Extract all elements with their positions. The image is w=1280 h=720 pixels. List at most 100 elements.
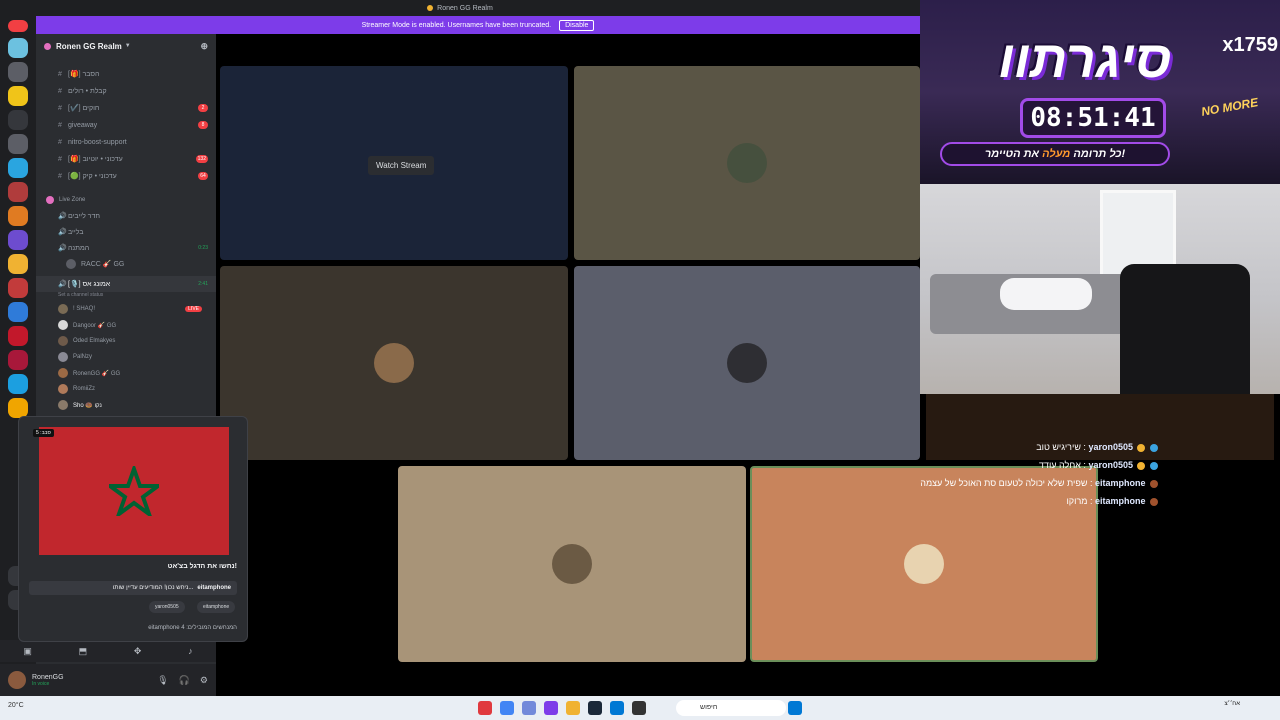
morocco-flag-image	[39, 427, 229, 555]
category-header[interactable]: Live Zone	[36, 192, 216, 208]
stream-tile[interactable]: Watch Stream	[220, 66, 568, 260]
channel-item[interactable]: # giveaway 8	[36, 117, 216, 133]
category-icon	[46, 196, 54, 204]
avatar	[58, 384, 68, 394]
server-icon[interactable]	[8, 278, 28, 298]
avatar	[58, 304, 68, 314]
camera-icon[interactable]: ▣	[23, 646, 32, 657]
server-icon[interactable]	[8, 134, 28, 154]
unread-badge: 8	[198, 121, 208, 129]
guild-header[interactable]: Ronen GG Realm ▼ ⊕	[36, 34, 216, 58]
flag-quiz-popup: 5 :סבב נחשו את הדגל בצ'אט! ניחש נכון! המ…	[18, 416, 248, 642]
headphones-icon[interactable]: 🎧	[179, 675, 190, 686]
round-badge: 5 :סבב	[33, 429, 54, 437]
server-icon[interactable]	[8, 206, 28, 226]
voice-user-row[interactable]: RomiiZz	[58, 382, 214, 396]
voice-user-row[interactable]: Sho 🍩 נקו	[58, 398, 214, 412]
folder-icon[interactable]	[566, 701, 580, 715]
channel-item[interactable]: # [🎁] עדכוני • יוטיוב 132	[36, 151, 216, 167]
microphone-icon[interactable]: 🎙	[157, 675, 168, 686]
countdown-timer: 08:51:41	[1020, 98, 1166, 138]
voice-timer: 0:23	[198, 245, 208, 251]
server-icon[interactable]	[8, 350, 28, 370]
server-icon[interactable]	[8, 254, 28, 274]
voice-user-name: Dangoor 🎸 GG	[73, 322, 117, 329]
participant-tile[interactable]	[220, 266, 568, 460]
voice-channel-name: חדר לייבים	[68, 212, 100, 220]
voice-channel-name: בלייב	[68, 228, 84, 236]
stream-overlay: סיגרתוו x1759 08:51:41 כל תרומה מעלה את …	[920, 0, 1280, 184]
voice-user-row[interactable]: RACC 🎸 GG	[36, 256, 216, 272]
voice-channel[interactable]: 🔊 בלייב	[36, 224, 216, 240]
channel-item[interactable]: # nitro-boost-support	[36, 134, 216, 150]
channel-status-text: Set a channel status	[58, 292, 104, 298]
windows-start-icon[interactable]	[788, 701, 802, 715]
avatar	[374, 343, 414, 383]
hash-icon: #	[58, 172, 62, 180]
streamer-mode-text: Streamer Mode is enabled. Usernames have…	[361, 21, 552, 29]
add-member-icon[interactable]: ⊕	[200, 41, 208, 52]
badge-icon	[1150, 497, 1158, 506]
discord-icon[interactable]	[522, 701, 536, 715]
disable-streamer-mode-button[interactable]: Disable	[559, 19, 595, 31]
voice-user-row[interactable]: Dangoor 🎸 GG	[58, 318, 214, 332]
chrome-icon[interactable]	[500, 701, 514, 715]
taskbar-search[interactable]: חיפוש	[676, 700, 786, 716]
voice-controls: ▣ ⬒ ✥ ♪	[0, 640, 216, 662]
channel-item[interactable]: # [✔️] חוקים 2	[36, 100, 216, 116]
voice-user-row[interactable]: ! SHAQ! LIVE	[58, 302, 214, 316]
participant-tile[interactable]	[574, 266, 920, 460]
window-title: Ronen GG Realm	[437, 4, 493, 12]
voice-user-row[interactable]: RonenGG 🎸 GG	[58, 366, 214, 380]
webcam-feed	[920, 184, 1280, 394]
category-name: Live Zone	[59, 197, 86, 203]
server-icon[interactable]	[8, 302, 28, 322]
channel-name: giveaway	[68, 121, 98, 129]
taskbar-clock[interactable]: אח׳׳צ	[1224, 700, 1240, 708]
steam-icon[interactable]	[588, 701, 602, 715]
server-icon[interactable]	[8, 110, 28, 130]
server-icon[interactable]	[8, 38, 28, 58]
server-icon[interactable]	[8, 62, 28, 82]
screen-share-icon[interactable]: ⬒	[79, 646, 88, 657]
streamer-mode-bar: Streamer Mode is enabled. Usernames have…	[36, 16, 920, 34]
voice-user-row[interactable]: Oded Elmakyes	[58, 334, 214, 348]
edge-icon[interactable]	[610, 701, 624, 715]
activity-icon[interactable]: ✥	[134, 646, 142, 657]
channel-name: [🟢] עדכוני • קיק	[68, 173, 117, 180]
server-icon[interactable]	[8, 326, 28, 346]
participant-tile[interactable]	[574, 66, 920, 260]
server-icon[interactable]	[8, 182, 28, 202]
channel-item[interactable]: # [🟢] עדכוני • קיק 64	[36, 168, 216, 184]
answer-user: eitamphone	[197, 585, 231, 591]
channel-name: nitro-boost-support	[68, 138, 127, 146]
weather-widget[interactable]: 20°C	[8, 702, 24, 709]
app-icon[interactable]	[544, 701, 558, 715]
channel-item[interactable]: # קבלת • רולים	[36, 83, 216, 99]
app-icon[interactable]	[478, 701, 492, 715]
voice-channel[interactable]: 🔊 חדר לייבים	[36, 208, 216, 224]
leaderboard-text: eitamphone 4 :המנחשים המובילים	[148, 625, 237, 631]
hash-icon: #	[58, 155, 62, 163]
unread-badge: 2	[198, 104, 208, 112]
terminal-icon[interactable]	[632, 701, 646, 715]
chat-message: שיריגיש טוב : yaron0505	[1036, 442, 1158, 452]
channel-status[interactable]: Set a channel status	[36, 290, 216, 300]
watch-stream-button[interactable]: Watch Stream	[368, 156, 435, 175]
speaker-icon: 🔊	[58, 245, 67, 252]
gear-icon[interactable]: ⚙	[200, 675, 208, 686]
avatar	[58, 320, 68, 330]
soundboard-icon[interactable]: ♪	[188, 646, 193, 656]
server-icon[interactable]	[8, 230, 28, 250]
server-icon[interactable]	[8, 374, 28, 394]
server-icon[interactable]	[8, 158, 28, 178]
participant-tile[interactable]	[398, 466, 746, 662]
server-icon[interactable]	[8, 86, 28, 106]
avatar[interactable]	[8, 671, 26, 689]
server-icon[interactable]	[8, 398, 28, 418]
channel-item[interactable]: # [🎁] הסבר	[36, 66, 216, 82]
voice-channel[interactable]: 🔊 המתנה 0:23	[36, 240, 216, 256]
avatar	[727, 343, 767, 383]
voice-user-row[interactable]: PalNzy	[58, 350, 214, 364]
chat-text: מרוקו :	[1066, 496, 1093, 506]
